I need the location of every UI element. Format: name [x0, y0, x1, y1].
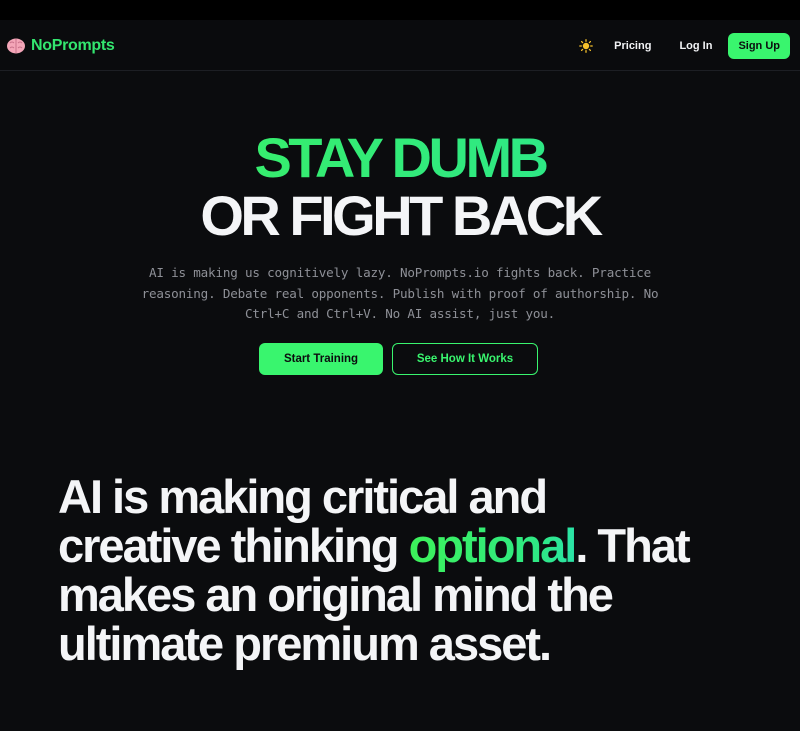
manifesto-statement: AI is making critical and creative think…: [58, 472, 698, 668]
browser-top-band: [0, 0, 800, 20]
hero-headline-line2: OR FIGHT BACK: [200, 184, 603, 247]
brand-name: NoPrompts: [31, 37, 115, 54]
brand-logo-link[interactable]: NoPrompts: [6, 35, 115, 57]
manifesto-accent-word: optional: [408, 519, 578, 572]
sun-icon[interactable]: [577, 37, 595, 55]
brain-icon: [6, 37, 26, 55]
hero-description: AI is making us cognitively lazy. NoProm…: [141, 265, 659, 322]
nav-pricing-link[interactable]: Pricing: [614, 40, 651, 52]
hero-headline-line1: STAY DUMB: [0, 128, 800, 188]
top-navbar: NoPrompts Pricing Log In Sign Up: [0, 20, 800, 71]
nav-login-link[interactable]: Log In: [679, 40, 712, 52]
signup-button[interactable]: Sign Up: [728, 32, 790, 59]
start-training-button[interactable]: Start Training: [259, 343, 383, 375]
see-how-it-works-button[interactable]: See How It Works: [392, 343, 538, 375]
nav-actions: Pricing Log In Sign Up: [577, 32, 790, 59]
